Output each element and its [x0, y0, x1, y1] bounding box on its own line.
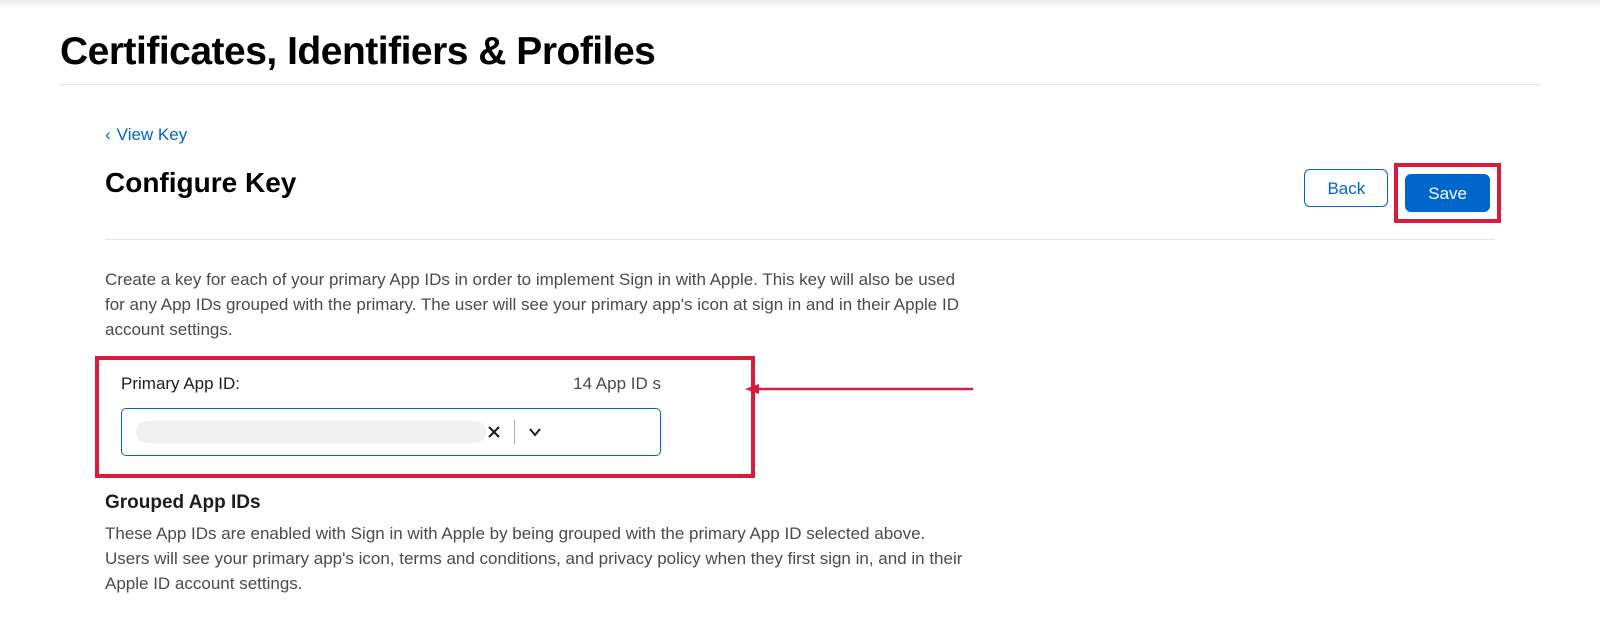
clear-icon[interactable]	[486, 424, 502, 440]
app-id-count: 14 App ID s	[573, 374, 661, 394]
primary-app-id-section: Primary App ID: 14 App ID s	[105, 362, 745, 472]
grouped-app-ids-heading: Grouped App IDs	[105, 492, 1495, 514]
primary-app-id-label: Primary App ID:	[121, 374, 240, 394]
primary-app-id-select[interactable]	[121, 408, 661, 456]
subheader-row: Configure Key Back Save	[105, 167, 1495, 240]
page-title: Certificates, Identifiers & Profiles	[60, 0, 1540, 85]
content-area: ‹ View Key Configure Key Back Save Creat…	[60, 85, 1540, 597]
chevron-left-icon: ‹	[105, 125, 111, 145]
save-button[interactable]: Save	[1405, 174, 1490, 212]
backlink-label: View Key	[117, 125, 188, 145]
action-buttons: Back Save	[1304, 167, 1495, 217]
save-highlight-annotation: Save	[1400, 169, 1495, 217]
select-divider	[514, 420, 515, 444]
top-separator	[0, 0, 1600, 8]
configure-key-title: Configure Key	[105, 167, 296, 199]
back-button[interactable]: Back	[1304, 169, 1388, 207]
back-to-view-key-link[interactable]: ‹ View Key	[105, 125, 187, 145]
intro-text: Create a key for each of your primary Ap…	[105, 268, 965, 342]
select-value-redacted	[136, 421, 486, 443]
chevron-down-icon[interactable]	[527, 424, 543, 440]
select-controls	[486, 420, 543, 444]
grouped-app-ids-text: These App IDs are enabled with Sign in w…	[105, 522, 965, 596]
